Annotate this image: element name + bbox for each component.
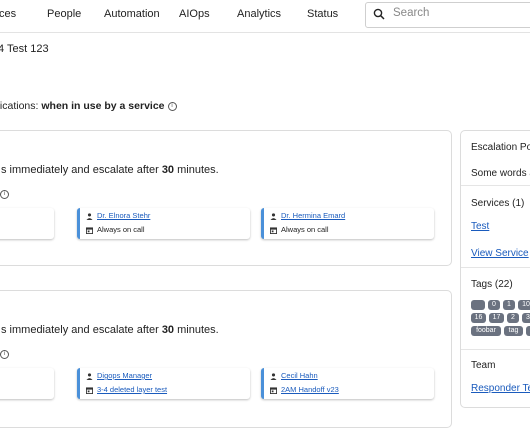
target-name-row: Cecil Hahn [270,371,318,380]
user-link[interactable]: Cecil Hahn [281,371,318,380]
target-schedule-row: Always on call [270,225,329,234]
team-header: Team [471,360,496,371]
target-card [0,208,54,239]
target-card: Dr. Elnora Stehr Always on call [77,208,250,239]
info-icon[interactable]: i [0,350,9,359]
search-icon [373,8,385,20]
user-link[interactable]: Dr. Hermina Emard [281,211,345,220]
rule-text-prefix: s immediately and escalate after [1,164,162,176]
services-header: Services (1) [471,198,525,209]
nav-automation[interactable]: Automation [104,8,160,20]
services-section: Services (1) Test View Service [461,185,530,266]
user-link[interactable]: Dr. Elnora Stehr [97,211,150,220]
rule-description: s immediately and escalate after 30 minu… [1,324,219,336]
rule-minutes: 30 [161,164,175,176]
target-schedule-row: 3-4 deleted layer test [86,385,167,394]
calendar-icon [86,386,93,394]
target-card: Digops Manager 3-4 deleted layer test [77,368,250,399]
info-icon[interactable]: i [167,101,177,111]
escalation-policy-panel: Escalation Po Some words a Services (1) … [460,130,530,408]
view-services-link[interactable]: View Service [471,248,529,259]
tag[interactable]: 0 [488,300,500,310]
schedule-link[interactable]: 2AM Handoff v23 [281,385,339,394]
search-input[interactable] [391,6,530,20]
rule-text-suffix: minutes. [174,164,219,176]
tag[interactable]: 2 [507,313,519,323]
user-icon [86,372,93,380]
tag[interactable]: 3 [522,313,530,323]
target-card: Cecil Hahn 2AM Handoff v23 [261,368,434,399]
tag[interactable] [471,300,485,310]
tag[interactable] [526,326,530,336]
target-name-row: Dr. Hermina Emard [270,211,345,220]
nav-people[interactable]: People [47,8,81,20]
calendar-icon [270,226,277,234]
rule-text-suffix: minutes. [174,324,219,336]
service-link[interactable]: Test [471,221,489,232]
escalation-rule-card: s immediately and escalate after 30 minu… [0,290,452,428]
schedule-text: Always on call [281,225,329,234]
nav-aiops[interactable]: AIOps [179,8,210,20]
info-icon[interactable]: i [0,190,9,199]
rule-description: s immediately and escalate after 30 minu… [1,164,219,176]
target-name-row: Digops Manager [86,371,152,380]
target-schedule-row: Always on call [86,225,145,234]
target-name-row: Dr. Elnora Stehr [86,211,150,220]
rule-text-prefix: s immediately and escalate after [1,324,162,336]
panel-description: Some words a [471,168,530,179]
notifications-label: fications: [0,100,42,112]
team-section: Team Responder Te [461,349,530,407]
rule-minutes: 30 [161,324,175,336]
nav-analytics[interactable]: Analytics [237,8,281,20]
target-card [0,368,54,399]
user-icon [86,212,93,220]
tag[interactable]: tag [504,326,523,336]
escalation-rule-card: s immediately and escalate after 30 minu… [0,130,452,266]
panel-title: Escalation Po [471,142,530,153]
notifications-setting: fications: when in use by a service i [0,100,177,112]
tags-section: Tags (22) 0 1 10 16 17 2 3 foobar tag [461,267,530,348]
search-box[interactable] [365,2,530,28]
team-link[interactable]: Responder Te [471,383,530,394]
user-icon [270,212,277,220]
nav-services[interactable]: ces [0,8,16,20]
tag[interactable]: 17 [489,313,504,323]
top-nav: ces People Automation AIOps Analytics St… [0,0,530,33]
nav-status[interactable]: Status [307,8,338,20]
tag[interactable]: foobar [471,326,501,336]
tag[interactable]: 10 [518,300,530,310]
schedule-link[interactable]: 3-4 deleted layer test [97,385,167,394]
schedule-text: Always on call [97,225,145,234]
tags-header: Tags (22) [471,279,513,290]
target-card: Dr. Hermina Emard Always on call [261,208,434,239]
page-subtitle: 4 Test 123 [0,43,49,55]
calendar-icon [270,386,277,394]
user-link[interactable]: Digops Manager [97,371,152,380]
notifications-value: when in use by a service [41,100,165,112]
tag[interactable]: 16 [471,313,486,323]
tag[interactable]: 1 [503,300,515,310]
user-icon [270,372,277,380]
target-schedule-row: 2AM Handoff v23 [270,385,339,394]
calendar-icon [86,226,93,234]
